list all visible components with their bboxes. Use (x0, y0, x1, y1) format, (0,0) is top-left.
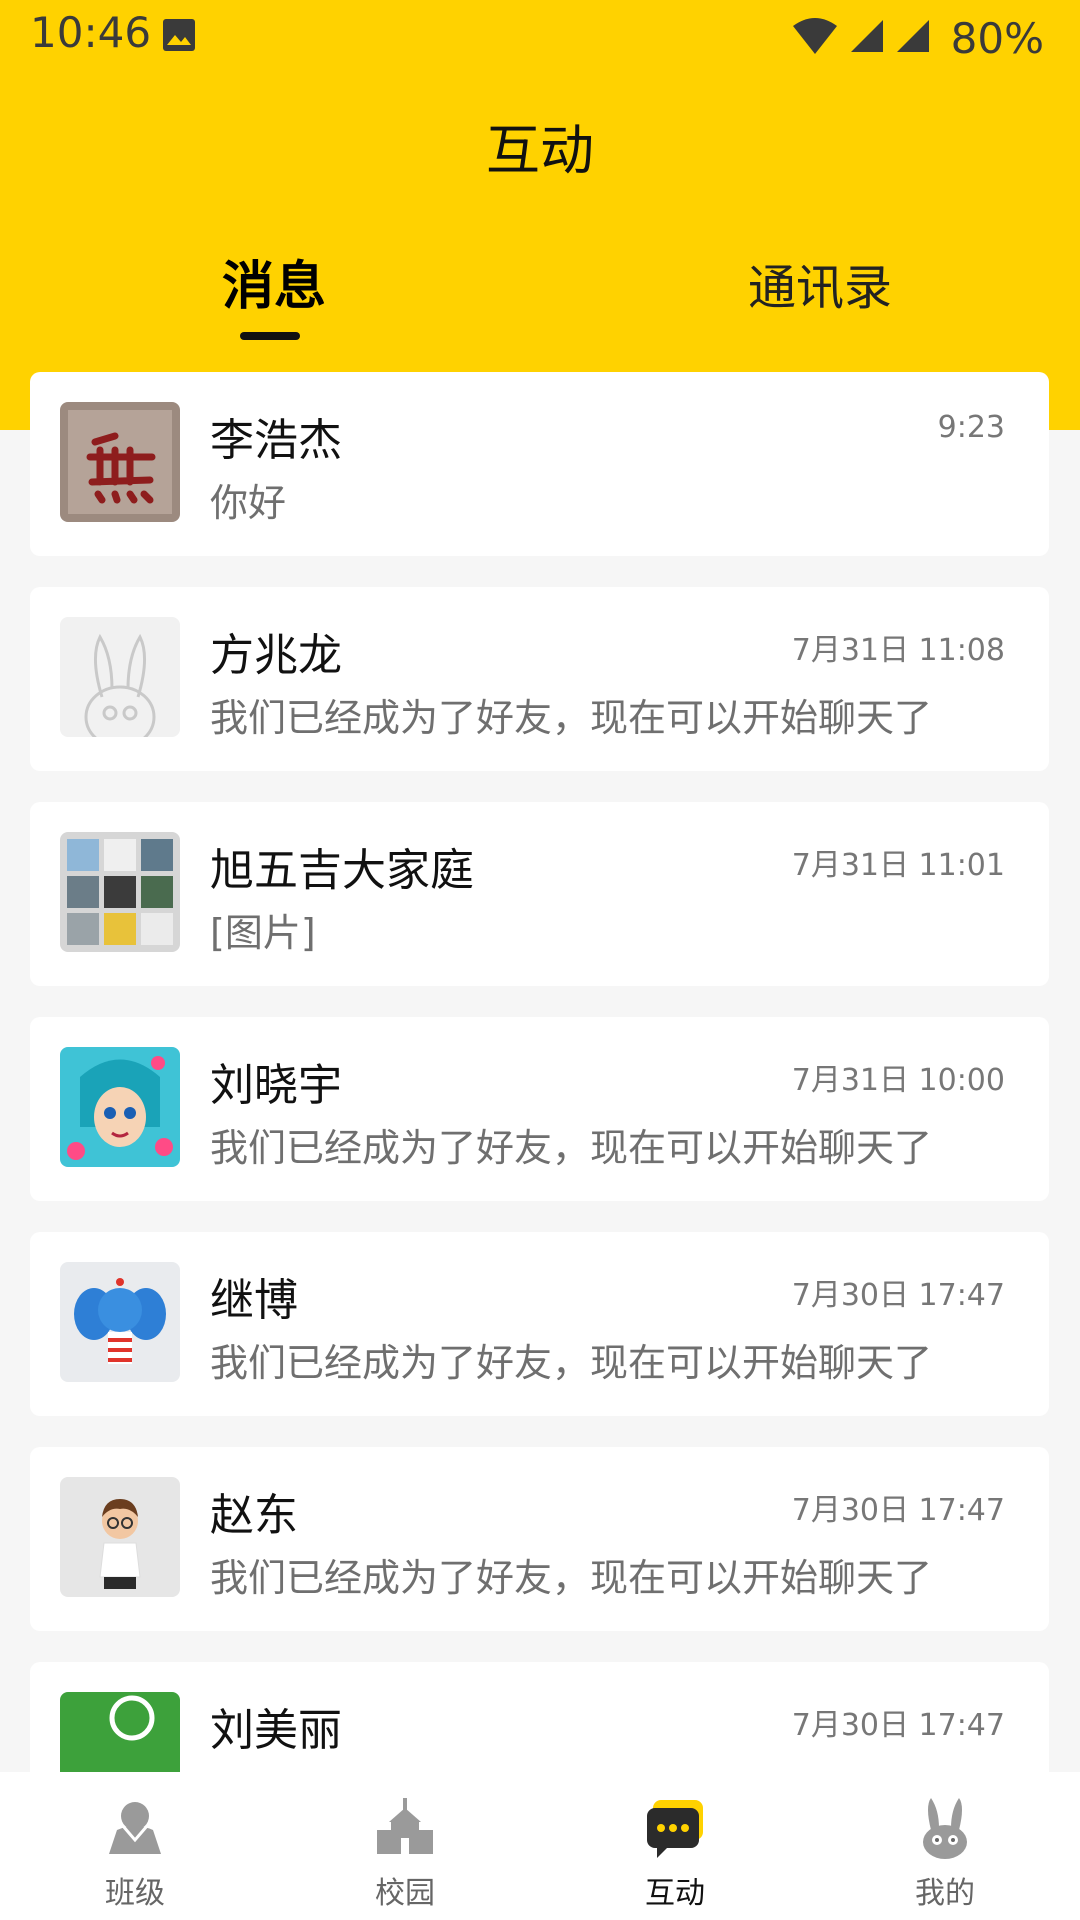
conversation-item[interactable]: 赵东 我们已经成为了好友，现在可以开始聊天了 7月30日 17:47 (30, 1447, 1049, 1631)
nav-mine[interactable]: 我的 (810, 1772, 1080, 1920)
contact-name: 继博 (210, 1275, 298, 1326)
contact-name: 李浩杰 (210, 415, 342, 466)
avatar (60, 1047, 180, 1167)
conversation-item[interactable]: 刘晓宇 我们已经成为了好友，现在可以开始聊天了 7月31日 10:00 (30, 1017, 1049, 1201)
conversation-item[interactable]: 李浩杰 你好 9:23 (30, 372, 1049, 556)
contact-name: 旭五吉大家庭 (210, 845, 474, 896)
contact-name: 刘晓宇 (210, 1060, 342, 1111)
nav-campus-label: 校园 (375, 1876, 435, 1911)
nav-class[interactable]: 班级 (0, 1772, 270, 1920)
message-time: 9:23 (937, 410, 1005, 445)
class-icon (109, 1802, 161, 1854)
avatar (60, 1477, 180, 1597)
nav-class-label: 班级 (105, 1876, 165, 1911)
nav-mine-label: 我的 (915, 1876, 975, 1911)
nav-interact-label: 互动 (645, 1876, 705, 1911)
last-message: [图片] (210, 911, 316, 955)
last-message: 我们已经成为了好友，现在可以开始聊天了 (210, 1126, 933, 1170)
conversation-item[interactable]: 继博 我们已经成为了好友，现在可以开始聊天了 7月30日 17:47 (30, 1232, 1049, 1416)
last-message: 我们已经成为了好友，现在可以开始聊天了 (210, 1762, 932, 1772)
avatar (60, 617, 180, 737)
conversation-list[interactable]: 李浩杰 你好 9:23 方兆龙 我们已经成为了好友，现在可以开始聊天了 7月31… (0, 0, 1080, 1772)
message-time: 7月31日 11:08 (791, 633, 1005, 668)
nav-interact[interactable]: 互动 (540, 1772, 810, 1920)
contact-name: 赵东 (210, 1490, 298, 1541)
campus-icon (377, 1798, 433, 1854)
message-time: 7月30日 17:47 (791, 1278, 1005, 1313)
nav-campus[interactable]: 校园 (270, 1772, 540, 1920)
message-time: 7月30日 17:47 (791, 1708, 1005, 1743)
last-message: 我们已经成为了好友，现在可以开始聊天了 (210, 1556, 933, 1600)
group-avatar (60, 832, 180, 952)
contact-name: 方兆龙 (210, 630, 342, 681)
last-message: 我们已经成为了好友，现在可以开始聊天了 (210, 1341, 933, 1385)
contact-name: 刘美丽 (210, 1705, 342, 1756)
bottom-navigation: 班级 校园 互动 我的 (0, 1772, 1080, 1920)
last-message: 我们已经成为了好友，现在可以开始聊天了 (210, 696, 933, 740)
chat-icon (647, 1800, 703, 1858)
conversation-item[interactable]: 方兆龙 我们已经成为了好友，现在可以开始聊天了 7月31日 11:08 (30, 587, 1049, 771)
rabbit-icon (923, 1798, 967, 1859)
conversation-item[interactable]: 刘美丽 我们已经成为了好友，现在可以开始聊天了 7月30日 17:47 (30, 1662, 1049, 1772)
avatar (60, 1262, 180, 1382)
last-message: 你好 (210, 481, 287, 525)
avatar (60, 402, 180, 522)
conversation-item[interactable]: 旭五吉大家庭 [图片] 7月31日 11:01 (30, 802, 1049, 986)
message-time: 7月31日 10:00 (791, 1063, 1005, 1098)
avatar (60, 1692, 180, 1772)
message-time: 7月31日 11:01 (791, 848, 1005, 883)
message-time: 7月30日 17:47 (791, 1493, 1005, 1528)
